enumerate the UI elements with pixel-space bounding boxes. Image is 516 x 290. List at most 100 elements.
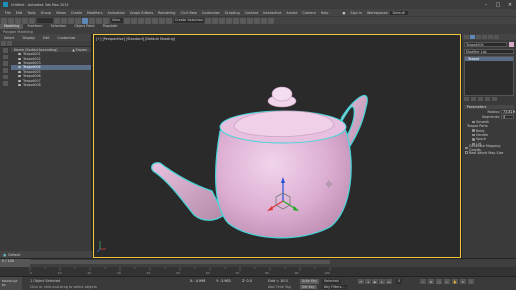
parameters-rollout-header[interactable]: Parameters [464,105,514,109]
handle-checkbox[interactable] [472,133,475,137]
menu-customize[interactable]: Customize [202,11,220,15]
select-object-icon[interactable] [54,17,60,24]
select-rotate-icon[interactable] [89,17,95,24]
menu-graph-editors[interactable]: Graph Editors [130,11,153,15]
x-coordinate-field[interactable]: -4.998 [194,279,205,283]
utilities-tab-icon[interactable] [494,35,499,39]
named-selection-sets-dropdown[interactable]: Create Selection Se [174,18,204,23]
snaps-toggle-icon[interactable] [145,17,151,24]
menu-create[interactable]: Create [71,11,82,15]
auto-key-button[interactable]: Auto Key [300,279,320,284]
body-checkbox-row[interactable]: Body [472,129,514,133]
menu-camera[interactable]: Camera [302,11,315,15]
minimize-button[interactable]: – [480,0,492,9]
radius-spinner[interactable]: 73.819 [501,110,515,114]
name-column-header[interactable]: Name (Sorted Ascending) [14,48,58,52]
filter-icon[interactable] [1,41,6,46]
hierarchy-tab-icon[interactable] [476,35,481,39]
visibility-icon[interactable] [18,53,21,56]
menu-tools[interactable]: Tools [27,11,35,15]
menu-scripting[interactable]: Scripting [225,11,240,15]
menu-modifiers[interactable]: Modifiers [87,11,102,15]
body-checkbox[interactable] [472,129,475,132]
menu-views[interactable]: Views [56,11,66,15]
link-icon[interactable] [15,17,21,24]
maxscript-listener[interactable]: MAXScript Mi [0,277,22,290]
motion-tab-icon[interactable] [482,35,487,39]
go-to-end-icon[interactable]: ⏭ [386,279,392,284]
rectangular-selection-icon[interactable] [68,17,74,24]
zoom-extents-icon[interactable]: □ [436,279,442,284]
schematic-view-icon[interactable] [240,17,246,24]
display-space-warps-icon[interactable] [2,81,8,87]
tab-selection[interactable]: Selection [47,24,71,29]
keyboard-shortcut-icon[interactable] [138,17,144,24]
explorer-edit-menu[interactable]: Edit [39,36,54,40]
display-shapes-icon[interactable] [2,54,8,60]
y-coordinate-field[interactable]: -3.983 [220,279,231,283]
find-icon[interactable] [7,41,12,46]
segments-spinner[interactable]: 4 [501,115,514,119]
field-of-view-icon[interactable]: ▷ [444,279,450,284]
select-by-name-icon[interactable] [61,17,67,24]
layer-icon[interactable]: ■ [3,253,6,257]
create-tab-icon[interactable] [464,35,469,39]
window-crossing-icon[interactable] [75,17,81,24]
modifier-list-dropdown[interactable]: Modifier List [464,49,514,54]
track-bar[interactable]: 0 10 20 30 40 50 60 70 80 90 100 [0,267,516,276]
subtab-polygon-modeling[interactable]: Polygon Modeling [0,30,36,34]
generate-mapping-checkbox[interactable] [465,146,468,150]
key-mode-dropdown[interactable]: Selected [322,279,341,284]
visibility-icon[interactable] [18,75,21,78]
visibility-icon[interactable] [18,61,21,64]
tab-modeling[interactable]: Modeling [0,24,24,29]
menu-file[interactable]: File [5,11,11,15]
configure-modifier-sets-icon[interactable] [492,97,497,101]
display-geometry-icon[interactable] [2,48,8,53]
pin-stack-icon[interactable] [464,97,469,101]
smooth-checkbox-row[interactable]: Smooth [472,120,514,124]
display-helpers-icon[interactable] [2,74,8,80]
select-manipulate-icon[interactable] [131,17,137,24]
orbit-icon[interactable]: ↻ [460,279,466,284]
maximize-viewport-icon[interactable]: ⛶ [468,279,474,284]
menu-content[interactable]: Content [245,11,259,15]
material-editor-icon[interactable] [247,17,253,24]
current-frame-field[interactable]: 0 [396,279,403,284]
spout-checkbox-row[interactable]: Spout [472,137,514,141]
current-layer-dropdown[interactable]: Default [8,253,20,257]
menu-arnold[interactable]: Arnold [286,11,297,15]
previous-frame-icon[interactable]: ◂ [365,279,371,284]
curve-editor-icon[interactable] [233,17,239,24]
zoom-icon[interactable]: ⌕ [420,279,426,284]
render-production-icon[interactable] [268,17,274,24]
app-icon[interactable] [3,2,8,7]
spout-checkbox[interactable] [472,138,475,141]
undo-icon[interactable] [1,17,7,24]
layer-explorer-icon[interactable] [219,17,225,24]
display-tab-icon[interactable] [488,35,493,39]
scene-explorer-icon[interactable] [226,17,232,24]
workspace-dropdown[interactable]: Default [389,10,408,15]
bind-space-warp-icon[interactable] [29,17,35,24]
real-world-map-checkbox[interactable] [465,151,468,154]
reference-coordinate-dropdown[interactable]: View [111,18,123,23]
menu-civil-view[interactable]: Civil View [180,11,196,15]
next-frame-icon[interactable]: ▸ [379,279,385,284]
close-button[interactable]: × [504,0,516,9]
play-icon[interactable]: ▶ [372,279,378,284]
object-name-field[interactable]: Teapot004 [464,42,507,47]
tab-object-paint[interactable]: Object Paint [70,24,99,29]
zoom-all-icon[interactable]: ⊕ [428,279,434,284]
user-icon[interactable]: ● [342,11,345,15]
explorer-select-menu[interactable]: Select [0,36,18,40]
modifier-stack-item[interactable]: Teapot [465,57,513,61]
visibility-icon[interactable] [18,70,21,73]
align-icon[interactable] [212,17,218,24]
menu-group[interactable]: Group [41,11,51,15]
selection-filter-dropdown[interactable] [37,18,53,23]
pan-view-icon[interactable]: ✋ [452,279,458,284]
menu-help[interactable]: Help [321,11,329,15]
tab-freeform[interactable]: Freeform [23,24,46,29]
select-place-icon[interactable] [103,17,109,24]
